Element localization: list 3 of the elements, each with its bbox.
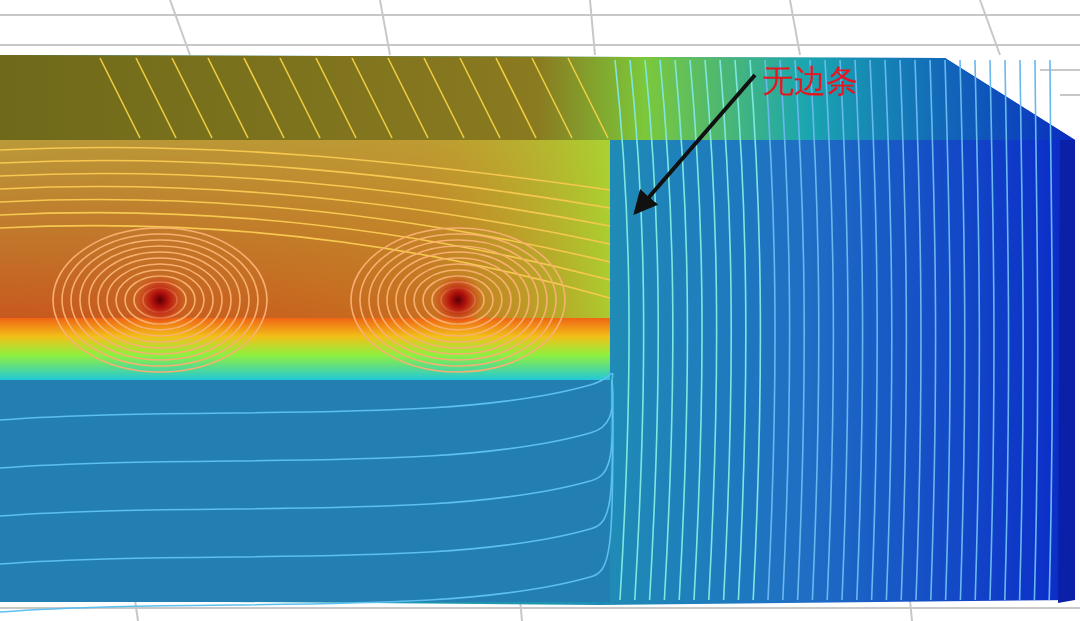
annotation-label: 无边条 (762, 62, 858, 100)
hot-spot (432, 274, 484, 326)
hot-spot (134, 274, 186, 326)
